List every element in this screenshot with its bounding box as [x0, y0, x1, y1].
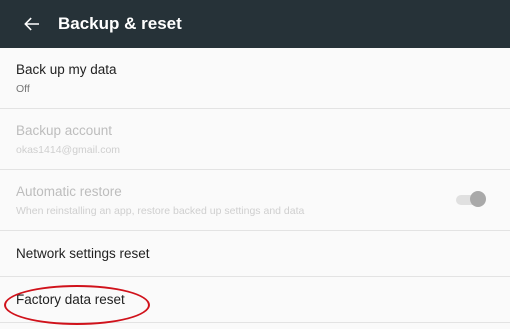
item-summary: Off — [16, 82, 30, 95]
item-summary: okas1414@gmail.com — [16, 143, 121, 156]
back-button[interactable] — [8, 0, 56, 48]
item-title: Back up my data — [16, 61, 117, 77]
item-title: Network settings reset — [16, 245, 150, 261]
settings-list: Back up my data Off Backup account okas1… — [0, 48, 510, 323]
automatic-restore-item: Automatic restore When reinstalling an a… — [0, 170, 510, 231]
toggle-thumb — [470, 191, 486, 207]
automatic-restore-toggle — [456, 191, 486, 207]
backup-account-item: Backup account okas1414@gmail.com — [0, 109, 510, 170]
network-settings-reset-item[interactable]: Network settings reset — [0, 231, 510, 277]
item-title: Backup account — [16, 122, 113, 138]
back-up-my-data-item[interactable]: Back up my data Off — [0, 48, 510, 109]
page-title: Backup & reset — [58, 14, 182, 33]
item-title: Automatic restore — [16, 183, 122, 199]
item-summary: When reinstalling an app, restore backed… — [16, 204, 305, 217]
app-bar: Backup & reset — [0, 0, 510, 48]
arrow-back-icon — [24, 17, 39, 31]
factory-data-reset-item[interactable]: Factory data reset — [0, 277, 510, 323]
item-title: Factory data reset — [16, 291, 125, 307]
settings-screen: Backup & reset Back up my data Off Backu… — [0, 0, 510, 329]
